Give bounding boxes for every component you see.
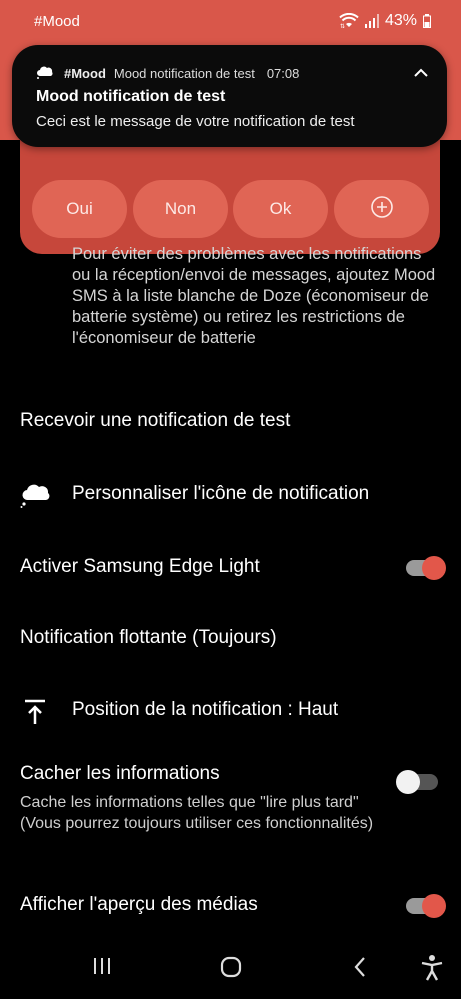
battery-icon bbox=[423, 14, 431, 28]
floating-notification-row[interactable]: Notification flottante (Toujours) bbox=[0, 622, 461, 662]
doze-info-text: Pour éviter des problèmes avec les notif… bbox=[72, 245, 436, 347]
custom-icon-row[interactable]: Personnaliser l'icône de notification bbox=[0, 478, 461, 518]
cloud-icon bbox=[20, 482, 52, 513]
chevron-up-icon[interactable] bbox=[413, 65, 429, 83]
status-icons: ⇅ 43% bbox=[339, 12, 431, 30]
edge-light-toggle[interactable] bbox=[398, 556, 446, 580]
align-top-icon bbox=[24, 699, 46, 730]
battery-text: 43% bbox=[384, 12, 417, 29]
notification-channel: Mood notification de test bbox=[113, 66, 255, 81]
notification-action-panel: Oui Non Ok bbox=[20, 138, 440, 254]
ok-button[interactable]: Ok bbox=[233, 180, 328, 238]
accessibility-icon[interactable] bbox=[420, 954, 444, 987]
media-preview-toggle[interactable] bbox=[398, 894, 446, 918]
recents-icon[interactable] bbox=[92, 956, 112, 981]
edge-light-label: Activer Samsung Edge Light bbox=[20, 556, 260, 577]
hide-info-row[interactable]: Cacher les informations Cache les inform… bbox=[0, 758, 461, 858]
notification-header: #Mood Mood notification de test 07:08 bbox=[36, 65, 299, 82]
notification-position-row[interactable]: Position de la notification : Haut bbox=[0, 694, 461, 734]
signal-icon bbox=[364, 14, 379, 28]
custom-icon-label: Personnaliser l'icône de notification bbox=[72, 483, 370, 504]
media-preview-row[interactable]: Afficher l'aperçu des médias bbox=[0, 889, 461, 929]
hide-info-label: Cacher les informations bbox=[20, 763, 220, 784]
more-actions-button[interactable] bbox=[334, 180, 429, 238]
no-button[interactable]: Non bbox=[133, 180, 228, 238]
yes-button[interactable]: Oui bbox=[32, 180, 127, 238]
hide-info-toggle[interactable] bbox=[396, 770, 440, 794]
edge-light-row[interactable]: Activer Samsung Edge Light bbox=[0, 551, 461, 591]
status-app-title: #Mood bbox=[34, 13, 80, 30]
floating-notification-label: Notification flottante (Toujours) bbox=[20, 627, 277, 648]
hide-info-description: Cache les informations telles que "lire … bbox=[20, 794, 374, 832]
mood-cloud-icon bbox=[36, 65, 54, 82]
navigation-bar bbox=[0, 938, 461, 999]
notification-time: 07:08 bbox=[266, 66, 300, 81]
heads-up-notification[interactable]: #Mood Mood notification de test 07:08 Mo… bbox=[12, 45, 447, 147]
notification-body: Ceci est le message de votre notificatio… bbox=[36, 113, 355, 130]
back-icon[interactable] bbox=[352, 956, 368, 983]
wifi-icon: ⇅ bbox=[339, 13, 359, 29]
notification-title: Mood notification de test bbox=[36, 88, 226, 105]
notification-app-name: #Mood bbox=[64, 66, 106, 81]
media-preview-label: Afficher l'aperçu des médias bbox=[20, 894, 258, 915]
plus-circle-icon bbox=[370, 195, 394, 224]
svg-text:⇅: ⇅ bbox=[340, 23, 345, 29]
notification-position-label: Position de la notification : Haut bbox=[72, 699, 339, 720]
test-notification-row[interactable]: Recevoir une notification de test bbox=[0, 405, 461, 445]
home-icon[interactable] bbox=[220, 956, 242, 983]
test-notification-label: Recevoir une notification de test bbox=[20, 410, 291, 431]
